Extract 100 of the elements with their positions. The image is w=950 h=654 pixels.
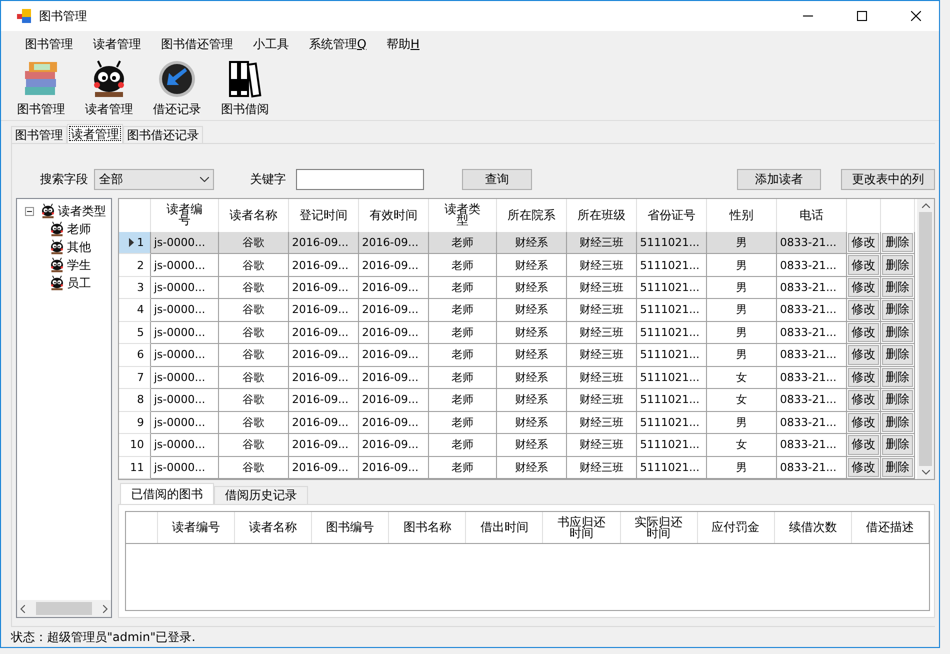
- table-cell: 财经系: [497, 276, 567, 300]
- menu-item[interactable]: 系统管理Q: [299, 34, 376, 54]
- table-cell: 2016-09...: [289, 344, 359, 367]
- menu-item[interactable]: 帮助H: [376, 34, 430, 54]
- chevron-up-icon: [922, 203, 930, 208]
- row-number: 11: [130, 460, 144, 474]
- tree-item[interactable]: 老师: [67, 220, 91, 238]
- tree-item[interactable]: 员工: [67, 274, 91, 292]
- table-cell: 5111021...: [637, 299, 707, 322]
- row-number: 8: [137, 393, 144, 406]
- table-cell: 0833-21...: [777, 254, 847, 277]
- menu-item[interactable]: 图书管理: [15, 34, 83, 54]
- table-cell: 谷歌: [219, 299, 289, 322]
- table-cell: 谷歌: [219, 232, 289, 254]
- delete-button[interactable]: 删除: [882, 255, 913, 275]
- column-header[interactable]: 应付罚金: [698, 512, 775, 543]
- menu-item[interactable]: 读者管理: [83, 34, 151, 54]
- delete-button[interactable]: 删除: [882, 458, 913, 477]
- table-cell: 0833-21...: [777, 412, 847, 434]
- keyword-input[interactable]: [296, 169, 424, 190]
- edit-button[interactable]: 修改: [848, 412, 879, 432]
- row-number: 10: [130, 438, 144, 452]
- table-cell: 谷歌: [219, 389, 289, 412]
- keyword-label: 关键字: [250, 171, 286, 188]
- table-cell: 财经三班: [567, 366, 637, 390]
- table-cell: 2016-09...: [359, 456, 429, 479]
- delete-button[interactable]: 删除: [882, 300, 913, 320]
- delete-button[interactable]: 删除: [882, 278, 913, 298]
- column-header[interactable]: 续借次数: [774, 512, 852, 543]
- edit-button[interactable]: 修改: [848, 345, 879, 365]
- tree-item[interactable]: 学生: [67, 256, 91, 274]
- edit-button[interactable]: 修改: [848, 390, 879, 410]
- menu-item[interactable]: 小工具: [243, 34, 299, 54]
- edit-button[interactable]: 修改: [848, 232, 879, 252]
- table-cell: 老师: [429, 456, 497, 479]
- column-header[interactable]: 读者名称: [235, 512, 312, 543]
- table-cell: js-0000...: [151, 366, 219, 390]
- menu-item[interactable]: 图书借还管理: [151, 34, 243, 54]
- table-cell: 女: [707, 434, 777, 457]
- delete-button[interactable]: 删除: [882, 345, 913, 365]
- tab[interactable]: 图书管理: [11, 126, 67, 143]
- edit-button[interactable]: 修改: [848, 278, 879, 298]
- edit-button[interactable]: 修改: [848, 458, 879, 477]
- close-icon: [911, 11, 921, 21]
- edit-button[interactable]: 修改: [848, 255, 879, 275]
- chevron-down-icon: [200, 177, 209, 182]
- column-header[interactable]: 图书编号: [312, 512, 390, 543]
- table-cell: 老师: [429, 412, 497, 434]
- edit-button[interactable]: 修改: [848, 435, 879, 455]
- delete-button[interactable]: 删除: [882, 322, 913, 342]
- edit-button[interactable]: 修改: [848, 300, 879, 320]
- table-cell: 老师: [429, 299, 497, 322]
- column-header[interactable]: 读者编号: [158, 512, 236, 543]
- delete-button[interactable]: 删除: [882, 368, 913, 388]
- toolbar-button[interactable]: 读者管理: [77, 59, 141, 118]
- table-cell: 2016-09...: [289, 276, 359, 300]
- table-cell: 谷歌: [219, 276, 289, 300]
- row-number: 3: [137, 281, 144, 294]
- edit-button[interactable]: 修改: [848, 322, 879, 342]
- query-button[interactable]: 查询: [462, 169, 532, 190]
- delete-button[interactable]: 删除: [882, 232, 913, 252]
- column-header[interactable]: 借还描述: [852, 512, 929, 543]
- toolbar-button[interactable]: 图书借阅: [213, 59, 277, 118]
- column-header[interactable]: 图书名称: [389, 512, 466, 543]
- tab[interactable]: 读者管理: [67, 124, 123, 143]
- tree-item[interactable]: 读者类型: [58, 202, 106, 220]
- table-cell: 2016-09...: [359, 322, 429, 344]
- table-cell: 财经三班: [567, 434, 637, 457]
- table-cell: 0833-21...: [777, 366, 847, 390]
- delete-button[interactable]: 删除: [882, 412, 913, 432]
- column-header[interactable]: 实际归还时间: [620, 512, 698, 543]
- tab[interactable]: 已借阅的图书: [120, 483, 214, 504]
- toolbar-button[interactable]: 图书管理: [9, 59, 73, 118]
- add-reader-button[interactable]: 添加读者: [737, 169, 821, 190]
- change-columns-button[interactable]: 更改表中的列: [841, 169, 935, 190]
- table-cell: 谷歌: [219, 366, 289, 390]
- table-cell: 2016-09...: [289, 412, 359, 434]
- delete-button[interactable]: 删除: [882, 390, 913, 410]
- delete-button[interactable]: 删除: [882, 435, 913, 455]
- search-field-dropdown[interactable]: 全部: [94, 169, 214, 190]
- column-header[interactable]: 借出时间: [466, 512, 544, 543]
- toolbar-button[interactable]: 借还记录: [145, 59, 209, 118]
- tab[interactable]: 图书借还记录: [123, 126, 203, 143]
- table-cell: 财经系: [497, 389, 567, 412]
- column-header[interactable]: 书应归还时间: [543, 512, 621, 543]
- table-cell: 5111021...: [637, 344, 707, 367]
- table-cell: js-0000...: [151, 389, 219, 412]
- vertical-scrollbar[interactable]: [917, 199, 934, 479]
- table-cell: 2016-09...: [289, 232, 359, 254]
- ant-face-icon: [49, 239, 65, 255]
- collapse-icon[interactable]: [25, 206, 34, 216]
- edit-button[interactable]: 修改: [848, 368, 879, 388]
- table-cell: 男: [707, 456, 777, 479]
- table-cell: 老师: [429, 389, 497, 412]
- horizontal-scrollbar[interactable]: [17, 600, 111, 617]
- ant-face-icon: [49, 275, 65, 291]
- table-cell: js-0000...: [151, 412, 219, 434]
- tree-item[interactable]: 其他: [67, 238, 91, 256]
- chevron-right-icon: [103, 604, 108, 612]
- tab[interactable]: 借阅历史记录: [214, 486, 308, 504]
